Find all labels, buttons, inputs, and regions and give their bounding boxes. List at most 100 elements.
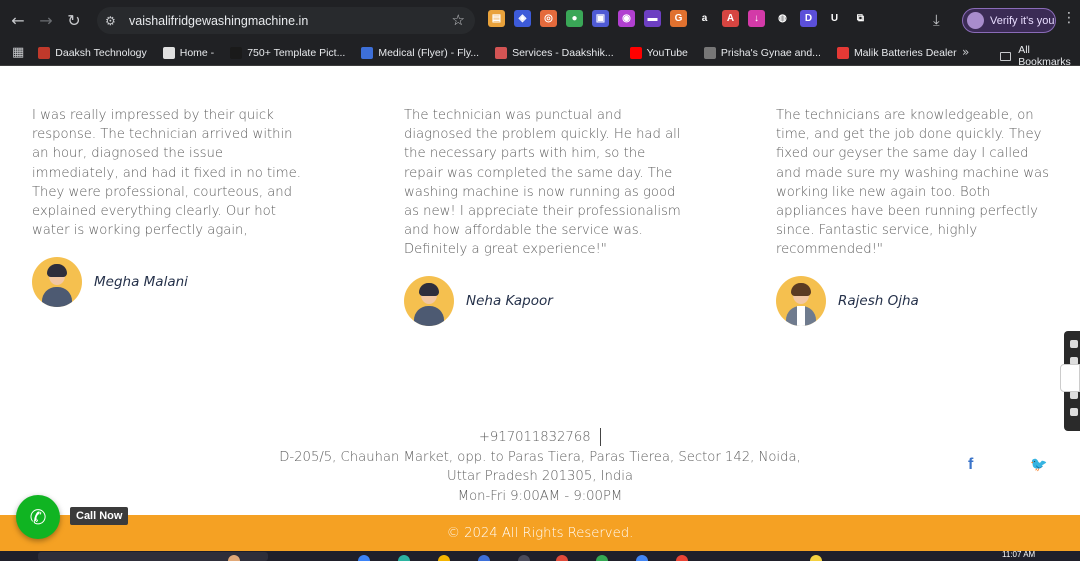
bookmark-item[interactable]: Services - Daakshik... — [495, 46, 614, 59]
more-menu-icon[interactable]: ⋮ — [1062, 10, 1076, 26]
bookmarks-overflow-icon[interactable]: » — [962, 45, 969, 59]
grammarly-ext-icon[interactable]: G — [670, 10, 687, 27]
shield-ext-icon[interactable]: ◈ — [514, 10, 531, 27]
bookmark-item[interactable]: Home - — [162, 46, 215, 59]
testimonial-author: Neha Kapoor — [404, 276, 553, 326]
copyright-text: © 2024 All Rights Reserved. — [446, 525, 634, 541]
taskbar-app-icon[interactable] — [810, 555, 822, 561]
bookmark-label: Medical (Flyer) - Fly... — [378, 46, 480, 59]
bookmark-label: Prisha's Gynae and... — [720, 46, 821, 59]
taskbar-app-icon[interactable] — [228, 555, 240, 561]
bookmark-favicon-icon — [495, 46, 508, 59]
bookmark-label: Malik Batteries Dealer — [853, 46, 957, 59]
bookmark-item[interactable]: Medical (Flyer) - Fly... — [361, 46, 480, 59]
profile-avatar — [967, 12, 984, 29]
address-line: Uttar Pradesh 201305, India — [447, 469, 633, 485]
bookmark-label: YouTube — [646, 46, 688, 59]
taskbar-app-icon[interactable] — [636, 555, 648, 561]
page-content: I was really impressed by their quick re… — [0, 66, 1080, 551]
downloads-icon[interactable]: ⤓ — [933, 11, 940, 29]
bookmarks-list: Daaksh Technology Home - 750+ Template Pic… — [38, 46, 972, 59]
facebook-icon[interactable]: f — [968, 456, 973, 474]
author-name: Neha Kapoor — [466, 293, 553, 309]
bookmark-favicon-icon — [162, 46, 175, 59]
screen-ext-icon[interactable]: ▣ — [592, 10, 609, 27]
taskbar-app-icon[interactable] — [596, 555, 608, 561]
testimonial-text: The technicians are knowledgeable, on ti… — [776, 108, 1049, 258]
bookmark-favicon-icon — [629, 46, 642, 59]
all-bookmarks-button[interactable]: All Bookmarks — [1000, 44, 1080, 68]
apps-grid-icon[interactable]: ▦ — [12, 45, 24, 60]
testimonial-card: I was really impressed by their quick re… — [32, 106, 312, 240]
amazon-ext-icon[interactable]: a — [696, 10, 713, 27]
bookmark-label: Services - Daakshik... — [512, 46, 614, 59]
folder-icon — [1000, 51, 1012, 61]
u-ext-icon[interactable]: U — [826, 10, 843, 27]
bookmark-label: Home - — [179, 46, 215, 59]
camera-ext-icon[interactable]: ◎ — [540, 10, 557, 27]
testimonial-card: The technician was punctual and diagnose… — [404, 106, 684, 260]
address-line: D-205/5, Chauhan Market, opp. to Paras T… — [279, 449, 801, 465]
verify-label: Verify it's you — [990, 14, 1055, 27]
bookmark-label: Daaksh Technology — [55, 46, 147, 59]
bookmark-item[interactable]: Prisha's Gynae and... — [703, 46, 821, 59]
bookmark-item[interactable]: 750+ Template Pict... — [230, 46, 345, 59]
taskbar-app-icon[interactable] — [398, 555, 410, 561]
female-avatar-icon — [32, 257, 82, 307]
puzzle-ext-icon[interactable]: ⧉ — [852, 10, 869, 27]
image-ext-icon[interactable]: ▤ — [488, 10, 505, 27]
taskbar-app-icon[interactable] — [358, 555, 370, 561]
bookmark-favicon-icon — [230, 46, 243, 59]
film-ext-icon[interactable]: ▬ — [644, 10, 661, 27]
taskbar-app-icon[interactable] — [478, 555, 490, 561]
bookmark-star-icon[interactable]: ☆ — [452, 11, 465, 29]
testimonial-text: The technician was punctual and diagnose… — [404, 108, 681, 258]
taskbar-app-icon[interactable] — [556, 555, 568, 561]
extensions-row: ▤ ◈ ◎ ● ▣ ◉ ▬ Ga A ↓ ◍ D U ⧉ — [488, 10, 869, 27]
bookmark-favicon-icon — [361, 46, 374, 59]
author-name: Megha Malani — [94, 274, 188, 290]
footer: © 2024 All Rights Reserved. — [0, 515, 1080, 551]
contact-info: +917011832768 D-205/5, Chauhan Market, o… — [260, 428, 820, 506]
pdf-ext-icon[interactable]: A — [722, 10, 739, 27]
download-ext-icon[interactable]: ↓ — [748, 10, 765, 27]
bookmark-favicon-icon — [836, 46, 849, 59]
taskbar-app-icon[interactable] — [518, 555, 530, 561]
d-ext-icon[interactable]: D — [800, 10, 817, 27]
os-taskbar: 11:07 AM — [0, 550, 1080, 561]
url-text[interactable]: vaishalifridgewashingmachine.in — [129, 14, 308, 28]
bookmark-item[interactable]: YouTube — [629, 46, 688, 59]
forward-arrow-icon[interactable]: → — [32, 6, 60, 34]
bookmark-favicon-icon — [703, 46, 716, 59]
testimonial-card: The technicians are knowledgeable, on ti… — [776, 106, 1056, 260]
phone-icon: ✆ — [29, 505, 47, 529]
chrome-ext-icon[interactable]: ● — [566, 10, 583, 27]
taskbar-app-icon[interactable] — [676, 555, 688, 561]
profile-verify-button[interactable]: Verify it's you — [962, 8, 1056, 33]
bookmark-favicon-icon — [38, 46, 51, 59]
site-info-icon[interactable]: ⚙ — [105, 14, 125, 28]
back-arrow-icon[interactable]: ← — [4, 6, 32, 34]
bookmark-item[interactable]: Daaksh Technology — [38, 46, 147, 59]
circle-ext-icon[interactable]: ◉ — [618, 10, 635, 27]
testimonial-author: Megha Malani — [32, 257, 188, 307]
all-bookmarks-label: All Bookmarks — [1018, 44, 1071, 68]
business-hours: Mon-Fri 9:00AM - 9:00PM — [457, 488, 623, 504]
author-name: Rajesh Ojha — [838, 293, 919, 309]
bookmarks-bar: ▦ Daaksh Technology Home - 750+ Template P… — [0, 40, 1080, 68]
testimonial-author: Rajesh Ojha — [776, 276, 919, 326]
reload-icon[interactable]: ↻ — [60, 6, 88, 34]
phone-number[interactable]: +917011832768 — [479, 430, 591, 445]
bookmark-item[interactable]: Malik Batteries Dealer — [836, 46, 957, 59]
call-now-button[interactable]: ✆ — [16, 495, 60, 539]
taskbar-app-icon[interactable] — [438, 555, 450, 561]
bot-ext-icon[interactable]: ◍ — [774, 10, 791, 27]
browser-toolbar: ← → ↻ ⚙ vaishalifridgewashingmachine.in … — [0, 0, 1080, 40]
address-bar[interactable]: ⚙ vaishalifridgewashingmachine.in ☆ — [97, 7, 475, 34]
text-cursor — [599, 428, 602, 446]
twitter-icon[interactable]: 🐦 — [1030, 456, 1047, 473]
call-now-label[interactable]: Call Now — [70, 507, 129, 525]
taskbar-clock: 11:07 AM — [1002, 550, 1036, 559]
side-tab-handle[interactable] — [1060, 364, 1080, 392]
male-avatar-icon — [776, 276, 826, 326]
